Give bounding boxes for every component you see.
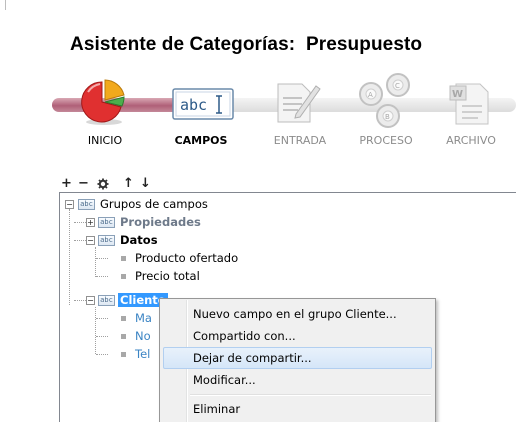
menu-item-unshare[interactable]: Dejar de compartir... [163, 347, 432, 369]
move-up-button[interactable]: ↑ [121, 176, 136, 191]
step-campos[interactable]: CAMPOS [166, 134, 236, 147]
svg-text:W: W [452, 89, 463, 100]
context-menu: Nuevo campo en el grupo Cliente... Compa… [159, 298, 436, 422]
process-nodes-icon: C A B [354, 70, 414, 134]
tree-field[interactable]: No [118, 329, 153, 343]
field-bullet-icon [121, 351, 126, 357]
text-field-icon: abc [98, 216, 115, 228]
wizard-title: Asistente de Categorías: Presupuesto [70, 34, 423, 55]
field-bullet-icon [121, 273, 126, 279]
pie-chart-icon[interactable] [80, 78, 128, 132]
tree-root[interactable]: abc Grupos de campos [78, 197, 210, 211]
step-proceso: PROCESO [359, 134, 413, 147]
tree-field[interactable]: Ma [118, 311, 154, 325]
window-edge [0, 0, 6, 10]
text-field-icon: abc [98, 294, 115, 306]
menu-item-delete[interactable]: Eliminar [163, 398, 432, 420]
field-bullet-icon [121, 333, 126, 339]
document-pen-icon [272, 80, 322, 128]
menu-item-new-field[interactable]: Nuevo campo en el grupo Cliente... [163, 303, 432, 325]
remove-button[interactable]: − [76, 176, 91, 191]
text-field-icon[interactable]: abc [172, 88, 234, 124]
svg-text:abc: abc [180, 96, 207, 114]
step-inicio[interactable]: INICIO [70, 134, 140, 147]
field-bullet-icon [121, 315, 126, 321]
text-field-icon: abc [78, 198, 95, 210]
tree-field[interactable]: Precio total [118, 269, 202, 283]
collapse-datos-toggle[interactable]: − [86, 236, 95, 245]
field-bullet-icon [121, 255, 126, 261]
tree-field[interactable]: Tel [118, 347, 152, 361]
menu-separator [190, 394, 431, 396]
step-entrada: ENTRADA [273, 134, 327, 147]
svg-text:B: B [385, 113, 390, 121]
word-document-icon: W [446, 80, 494, 130]
text-field-icon: abc [98, 234, 115, 246]
collapse-root-toggle[interactable]: − [65, 200, 74, 209]
menu-item-modify[interactable]: Modificar... [163, 369, 432, 391]
collapse-cliente-toggle[interactable]: − [86, 296, 95, 305]
svg-text:A: A [368, 91, 373, 99]
svg-text:C: C [395, 82, 400, 90]
step-archivo: ARCHIVO [446, 134, 496, 147]
gear-icon[interactable] [95, 176, 110, 191]
add-button[interactable]: + [59, 176, 74, 191]
move-down-button[interactable]: ↓ [138, 176, 153, 191]
tree-group-propiedades[interactable]: abc Propiedades [98, 215, 203, 229]
tree-group-datos[interactable]: abc Datos [98, 233, 160, 247]
tree-field[interactable]: Producto ofertado [118, 251, 240, 265]
expand-propiedades-toggle[interactable]: + [86, 218, 95, 227]
menu-item-shared-with[interactable]: Compartido con... [163, 325, 432, 347]
tree-group-cliente[interactable]: abc Cliente [98, 293, 168, 307]
